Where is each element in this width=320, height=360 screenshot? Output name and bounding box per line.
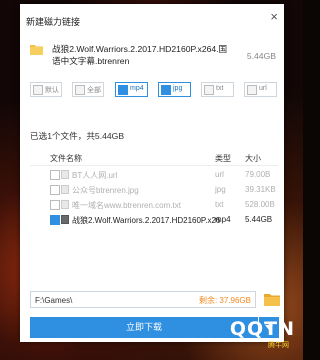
download-now-button[interactable]: 立即下载 xyxy=(30,317,258,338)
filter-label: url xyxy=(259,85,267,92)
watermark-subtitle: 腾牛网 xyxy=(268,342,289,349)
file-type-filters: 默认 全部 mp4 jpg txt url xyxy=(30,82,278,97)
filter-label: 全部 xyxy=(87,87,101,94)
filter-checkbox[interactable] xyxy=(75,85,85,95)
free-space-label: 剩余: 37.96GB xyxy=(198,296,251,305)
file-checkbox[interactable] xyxy=(50,215,60,225)
qqtn-watermark-logo: QQTN xyxy=(229,318,295,340)
filter-url[interactable]: url xyxy=(244,82,277,97)
torrent-name: 战狼2.Wolf.Warriors.2.2017.HD2160P.x264.国语… xyxy=(52,44,228,66)
file-row-type: jpg xyxy=(215,185,226,194)
file-checkbox[interactable] xyxy=(50,200,60,210)
filter-checkbox[interactable] xyxy=(247,85,257,95)
torrent-total-size: 5.44GB xyxy=(246,51,276,61)
file-row-name: 公众号btrenren.jpg xyxy=(72,186,139,195)
file-row[interactable]: 公众号btrenren.jpg jpg 39.31KB xyxy=(30,183,278,197)
folder-icon xyxy=(30,45,43,55)
file-row-name: 战狼2.Wolf.Warriors.2.2017.HD2160P.x264.国语… xyxy=(72,216,220,225)
save-path-input[interactable] xyxy=(35,294,155,306)
filter-label: txt xyxy=(216,85,224,92)
file-row-size: 39.31KB xyxy=(245,185,276,194)
file-row-type: url xyxy=(215,170,224,179)
filter-checkbox[interactable] xyxy=(161,85,171,95)
file-row-name: BT人人网.url xyxy=(72,171,118,180)
filter-label: jpg xyxy=(173,85,183,92)
filter-all[interactable]: 全部 xyxy=(72,82,104,97)
file-icon xyxy=(61,170,69,179)
text-file-icon xyxy=(61,200,69,209)
filter-checkbox[interactable] xyxy=(118,85,128,95)
filter-label: 默认 xyxy=(45,87,59,94)
file-row[interactable]: BT人人网.url url 79.00B xyxy=(30,168,278,182)
close-icon[interactable]: × xyxy=(270,10,278,23)
browse-folder-icon[interactable] xyxy=(264,293,280,306)
column-name-header[interactable]: 文件名称 xyxy=(50,153,82,164)
file-row-name: 唯一域名www.btrenren.com.txt xyxy=(72,201,181,210)
file-checkbox[interactable] xyxy=(50,185,60,195)
video-file-icon xyxy=(61,215,69,224)
file-row[interactable]: 战狼2.Wolf.Warriors.2.2017.HD2160P.x264.国语… xyxy=(30,213,278,227)
column-type-header[interactable]: 类型 xyxy=(215,153,231,164)
new-magnet-dialog: 新建磁力链接 × 战狼2.Wolf.Warriors.2.2017.HD2160… xyxy=(20,4,284,342)
file-row-type: mp4 xyxy=(215,215,231,224)
filter-txt[interactable]: txt xyxy=(201,82,234,97)
file-row[interactable]: 唯一域名www.btrenren.com.txt txt 528.00B xyxy=(30,198,278,212)
file-row-size: 5.44GB xyxy=(245,215,273,224)
filter-jpg[interactable]: jpg xyxy=(158,82,191,97)
file-row-size: 528.00B xyxy=(245,200,275,209)
file-row-type: txt xyxy=(215,200,224,209)
file-list-header: 文件名称 类型 大小 xyxy=(30,152,278,166)
column-size-header[interactable]: 大小 xyxy=(245,153,261,164)
filter-checkbox[interactable] xyxy=(33,85,43,95)
filter-checkbox[interactable] xyxy=(204,85,214,95)
selected-summary: 已选1个文件，共5.44GB xyxy=(30,131,125,141)
save-path-field[interactable]: 剩余: 37.96GB xyxy=(30,291,256,308)
file-row-size: 79.00B xyxy=(245,170,271,179)
filter-mp4[interactable]: mp4 xyxy=(115,82,148,97)
filter-default[interactable]: 默认 xyxy=(30,82,62,97)
filter-label: mp4 xyxy=(130,85,144,92)
image-file-icon xyxy=(61,185,69,194)
dialog-title: 新建磁力链接 xyxy=(26,17,81,27)
file-checkbox[interactable] xyxy=(50,170,60,180)
file-list: 文件名称 类型 大小 BT人人网.url url 79.00B 公众号btren… xyxy=(30,152,278,282)
